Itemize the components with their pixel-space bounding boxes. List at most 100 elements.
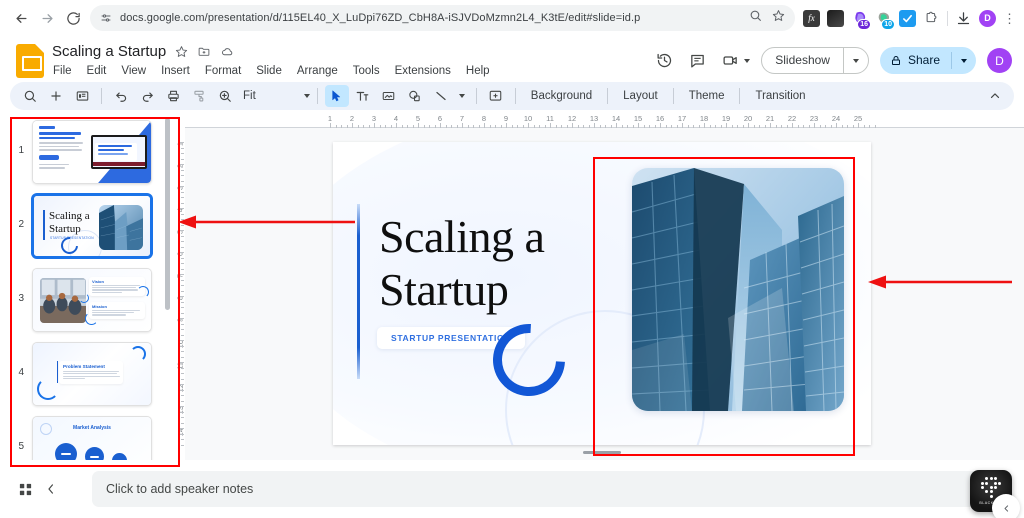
slide-thumbnail-3[interactable]: Vision Mission <box>32 268 152 332</box>
list-item[interactable]: 4 Problem Statement <box>8 342 168 406</box>
transition-button[interactable]: Transition <box>747 87 813 105</box>
notes-resize-handle[interactable] <box>583 451 621 454</box>
page-zoom-icon[interactable] <box>749 9 762 27</box>
collapse-toolbar-icon[interactable] <box>988 89 1006 103</box>
slide-canvas-area[interactable]: Scaling a Startup STARTUP PRESENTATION <box>185 128 1024 460</box>
browser-extensions: fx 16 10 D ⋮ <box>801 9 1016 30</box>
version-history-icon[interactable] <box>653 50 675 72</box>
add-comment-icon[interactable] <box>484 85 508 107</box>
meet-camera-button[interactable] <box>719 50 751 72</box>
back-arrow-icon[interactable] <box>8 5 34 31</box>
slide-number: 1 <box>18 145 24 156</box>
blackbox-widget[interactable]: BLACKBOX <box>970 470 1020 518</box>
ruler-v-tick <box>181 373 184 374</box>
slideshow-button[interactable]: Slideshow <box>761 47 869 74</box>
menu-file[interactable]: File <box>52 64 73 78</box>
site-settings-icon[interactable] <box>100 12 112 24</box>
forward-arrow-icon[interactable] <box>34 5 60 31</box>
search-icon[interactable] <box>18 85 42 107</box>
grammarly-extension-icon[interactable] <box>899 9 916 27</box>
ruler-v-tick <box>179 362 184 363</box>
list-item[interactable]: 5 Market Analysis <box>8 416 168 462</box>
background-button[interactable]: Background <box>523 87 600 105</box>
ruler-v-tick <box>179 142 184 143</box>
ruler-v-tick <box>181 191 184 193</box>
cloud-saved-icon[interactable] <box>220 45 235 58</box>
insert-image-icon[interactable] <box>377 85 401 107</box>
address-bar[interactable]: docs.google.com/presentation/d/115EL40_X… <box>90 5 795 31</box>
menu-view[interactable]: View <box>120 64 147 78</box>
chrome-menu-icon[interactable]: ⋮ <box>1003 12 1016 25</box>
star-icon[interactable] <box>772 9 785 27</box>
menu-extensions[interactable]: Extensions <box>394 64 452 78</box>
select-cursor-icon[interactable] <box>324 85 349 107</box>
thumb2-title: Scaling a Startup <box>49 210 90 235</box>
download-icon[interactable] <box>955 10 972 27</box>
shape-icon[interactable] <box>403 85 427 107</box>
move-to-folder-icon[interactable] <box>197 45 211 58</box>
filmstrip-view-icon[interactable] <box>12 476 38 502</box>
print-icon[interactable] <box>161 85 185 107</box>
chevron-down-icon[interactable] <box>744 58 751 63</box>
theme-button[interactable]: Theme <box>681 87 733 105</box>
toolbar-divider-3 <box>475 88 477 104</box>
layout-icon[interactable] <box>70 85 94 107</box>
fx-extension-icon[interactable]: fx <box>803 9 820 27</box>
redo-icon[interactable] <box>135 85 159 107</box>
comment-history-icon[interactable] <box>686 50 708 72</box>
list-item[interactable]: 3 Vision Mission <box>8 268 168 332</box>
account-avatar[interactable]: D <box>987 48 1012 73</box>
toolbar-divider-6 <box>672 88 674 104</box>
zoom-level-label[interactable]: Fit <box>239 90 260 102</box>
slide-thumbnail-panel[interactable]: 1 2 Scaling a Startup STARTUP PRESENTATI… <box>8 114 176 462</box>
reload-icon[interactable] <box>60 5 86 31</box>
menu-help[interactable]: Help <box>465 64 491 78</box>
google-slides-logo[interactable] <box>16 44 44 78</box>
menu-insert[interactable]: Insert <box>160 64 191 78</box>
share-button[interactable]: Share <box>879 47 976 74</box>
text-box-icon[interactable] <box>351 85 375 107</box>
slide-title[interactable]: Scaling a Startup <box>379 210 629 317</box>
url-text: docs.google.com/presentation/d/115EL40_X… <box>120 12 641 24</box>
ruler-v-tick <box>181 334 184 336</box>
menu-slide[interactable]: Slide <box>255 64 283 78</box>
menu-format[interactable]: Format <box>204 64 242 78</box>
slide-thumbnail-1[interactable] <box>32 120 152 184</box>
ruler-h-tick-label: 20 <box>743 114 753 123</box>
paint-format-icon[interactable] <box>187 85 211 107</box>
menu-edit[interactable]: Edit <box>86 64 108 78</box>
dark-extension-icon[interactable] <box>827 9 844 27</box>
slides-header: Scaling a Startup File Edit View Insert … <box>0 36 1024 82</box>
menu-arrange[interactable]: Arrange <box>296 64 339 78</box>
zoom-icon[interactable] <box>213 85 237 107</box>
star-icon[interactable] <box>175 45 188 58</box>
meet-camera-icon[interactable] <box>719 50 741 72</box>
page-title[interactable]: Scaling a Startup <box>52 43 166 60</box>
slide-thumbnail-4[interactable]: Problem Statement <box>32 342 152 406</box>
menu-tools[interactable]: Tools <box>352 64 381 78</box>
list-item[interactable]: 1 <box>8 120 168 184</box>
slide-image[interactable] <box>632 168 844 411</box>
new-slide-icon[interactable] <box>44 85 68 107</box>
line-dropdown-icon[interactable] <box>455 85 469 107</box>
slideshow-dropdown-icon[interactable] <box>844 58 868 63</box>
current-slide[interactable]: Scaling a Startup STARTUP PRESENTATION <box>333 142 871 445</box>
slide-thumbnail-2[interactable]: Scaling a Startup STARTUP PRESENTATION <box>32 194 152 258</box>
ruler-v-tick <box>179 230 184 231</box>
panel-scrollbar[interactable] <box>165 118 170 310</box>
purple-extension-icon[interactable]: 16 <box>851 10 871 30</box>
zoom-dropdown-icon[interactable] <box>303 94 310 98</box>
layout-button[interactable]: Layout <box>615 87 666 105</box>
speaker-notes-field[interactable]: Click to add speaker notes <box>92 471 1012 507</box>
slideshow-label: Slideshow <box>775 53 830 67</box>
line-icon[interactable] <box>429 85 453 107</box>
puzzle-extensions-icon[interactable] <box>923 10 940 27</box>
blackbox-collapse-icon[interactable] <box>992 494 1020 518</box>
undo-icon[interactable] <box>109 85 133 107</box>
slide-thumbnail-5[interactable]: Market Analysis <box>32 416 152 462</box>
list-item[interactable]: 2 Scaling a Startup STARTUP PRESENTATION <box>8 194 168 258</box>
hide-filmstrip-icon[interactable] <box>38 476 64 502</box>
browser-profile-avatar[interactable]: D <box>979 9 996 27</box>
share-dropdown-icon[interactable] <box>952 58 976 63</box>
green-extension-icon[interactable]: 10 <box>875 10 895 30</box>
